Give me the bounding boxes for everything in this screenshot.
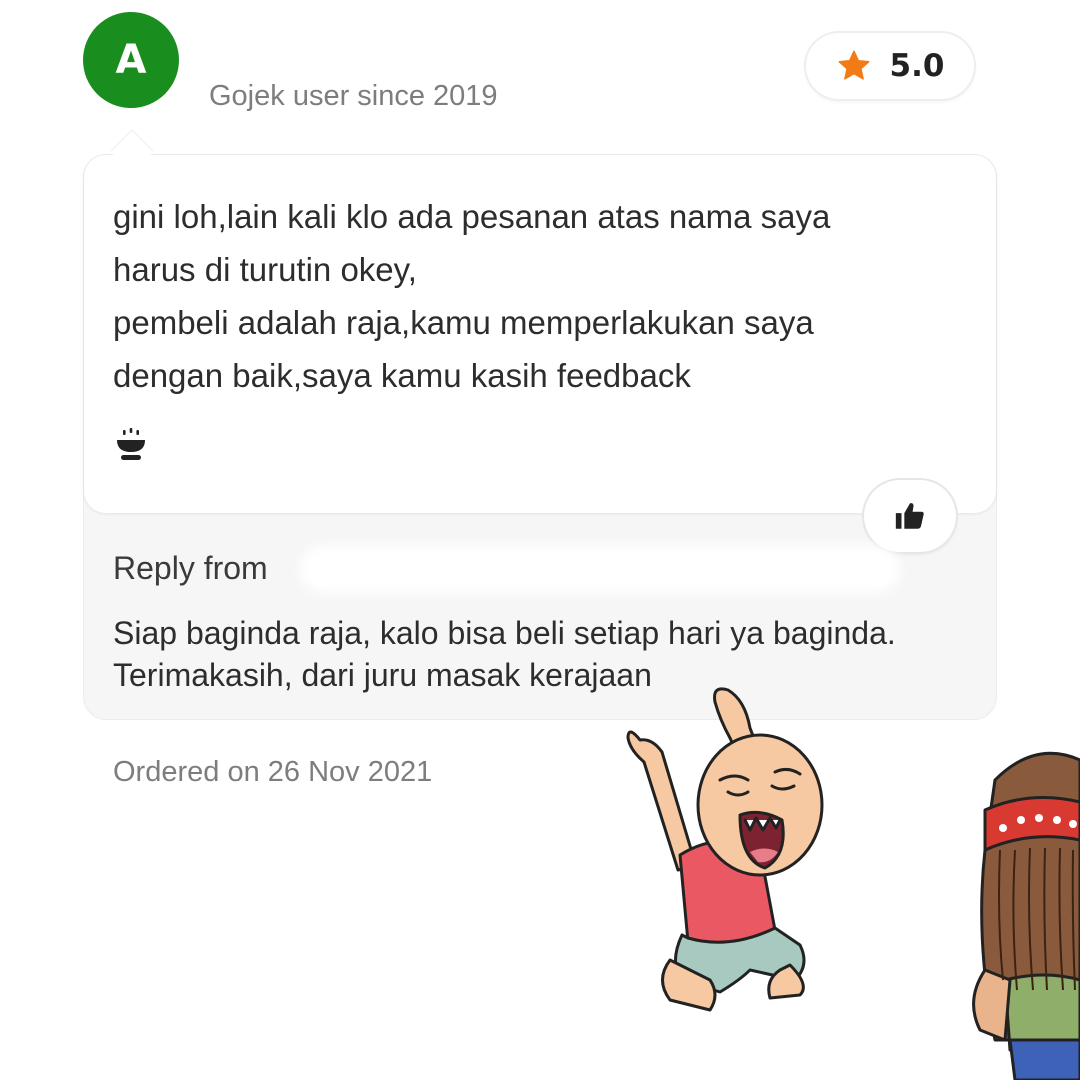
redacted-merchant-name [300,545,900,593]
food-bowl-icon [117,428,145,460]
cheering-character-sticker [626,687,824,1012]
reply-line: Terimakasih, dari juru masak kerajaan [113,657,652,693]
avatar-initial: A [115,37,147,83]
reply-line: Siap baginda raja, kalo bisa beli setiap… [113,615,896,651]
reply-label: Reply from [113,550,268,586]
review-text: gini loh,lain kali klo ada pesanan atas … [113,190,973,402]
review-line: pembeli adalah raja,kamu memperlakukan s… [113,304,814,341]
user-since-label: Gojek user since 2019 [209,80,498,112]
reply-text: Siap baginda raja, kalo bisa beli setiap… [113,612,993,696]
avatar: A [83,12,179,108]
like-button[interactable] [864,480,956,552]
star-icon [838,50,869,80]
review-line: harus di turutin okey, [113,251,417,288]
dreadlocks-character-sticker [972,751,1080,1080]
thumbs-up-icon [895,503,924,529]
review-line: dengan baik,saya kamu kasih feedback [113,357,691,394]
rating-badge: 5.0 [806,33,974,99]
review-line: gini loh,lain kali klo ada pesanan atas … [113,198,831,235]
rating-value: 5.0 [889,48,945,84]
ordered-date: Ordered on 26 Nov 2021 [113,756,433,788]
